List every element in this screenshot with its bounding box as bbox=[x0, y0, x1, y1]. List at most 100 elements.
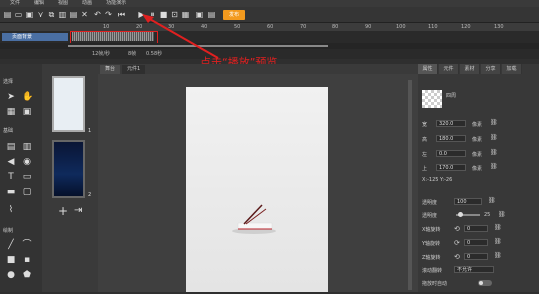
ruler-tick: 90 bbox=[365, 24, 372, 30]
curve-icon[interactable]: ⌒ bbox=[22, 240, 32, 250]
roty-label: Y轴旋转 bbox=[422, 241, 441, 247]
drag-toggle[interactable] bbox=[478, 280, 492, 286]
new-file-icon[interactable]: ▤ bbox=[3, 10, 12, 19]
text-icon[interactable]: T bbox=[6, 172, 16, 182]
page-number: 2 bbox=[88, 192, 92, 198]
circle-icon[interactable]: ● bbox=[6, 270, 16, 280]
blur-slider[interactable] bbox=[456, 212, 480, 217]
y-field[interactable]: 170.0 bbox=[436, 164, 466, 171]
undo-icon[interactable]: ↶ bbox=[93, 10, 102, 19]
width-field[interactable]: 320.0 bbox=[436, 120, 466, 127]
select-arrow-icon[interactable]: ➤ bbox=[6, 92, 16, 102]
stage-page[interactable] bbox=[186, 87, 328, 292]
tab-properties[interactable]: 属性 bbox=[418, 64, 438, 74]
chrome-icon[interactable]: ◉ bbox=[22, 157, 32, 167]
link-icon[interactable]: ⛓ bbox=[498, 211, 506, 218]
rotate-z-icon: ⟲ bbox=[454, 253, 460, 261]
rotate-x-icon: ⟲ bbox=[454, 225, 460, 233]
opacity-field[interactable]: 100 bbox=[454, 198, 482, 205]
scroll-flip-select[interactable]: 不允许 bbox=[454, 266, 494, 273]
vertical-scrollbar[interactable] bbox=[408, 80, 412, 290]
tab-symbols[interactable]: 元件 bbox=[439, 64, 459, 74]
sound-icon[interactable]: ◀ bbox=[6, 157, 16, 167]
table-icon[interactable]: ▤ bbox=[6, 142, 16, 152]
frame-icon[interactable]: ▢ bbox=[22, 187, 32, 197]
rotx-field[interactable]: 0 bbox=[464, 225, 488, 232]
import-icon[interactable]: ⋎ bbox=[36, 10, 45, 19]
film-icon[interactable]: ▥ bbox=[22, 142, 32, 152]
toggle-thumb[interactable] bbox=[479, 281, 483, 285]
blur-label: 透明度 bbox=[422, 213, 438, 219]
rotx-label: X轴旋转 bbox=[422, 227, 441, 233]
properties-panel: 属性 元件 素材 分享 加载 四周 宽 320.0 像素 ⛓ 高 180.0 像… bbox=[418, 64, 539, 292]
element-name: 四周 bbox=[446, 93, 457, 99]
link-icon[interactable]: ⛓ bbox=[494, 238, 502, 245]
roty-field[interactable]: 0 bbox=[464, 239, 488, 246]
y-label: 上 bbox=[422, 166, 428, 172]
height-field[interactable]: 180.0 bbox=[436, 135, 466, 142]
menu-edit[interactable]: 编辑 bbox=[34, 0, 44, 7]
menu-animation[interactable]: 动画 bbox=[82, 0, 92, 7]
ruler-tick: 10 bbox=[103, 24, 110, 30]
menu-bar: 文件 编辑 视图 动画 功能演示 bbox=[0, 0, 539, 7]
rect-icon[interactable]: ■ bbox=[6, 255, 16, 265]
slider-thumb[interactable] bbox=[458, 212, 463, 217]
delete-icon[interactable]: ✕ bbox=[80, 10, 89, 19]
grid-icon[interactable]: ▦ bbox=[6, 107, 16, 117]
menu-view[interactable]: 视图 bbox=[58, 0, 68, 7]
page-panel: 1 2 + ⇥ bbox=[42, 64, 98, 292]
hand-icon[interactable]: ✋ bbox=[22, 92, 33, 102]
cut-icon[interactable]: ▤ bbox=[69, 10, 78, 19]
ruler-tick: 120 bbox=[461, 24, 471, 30]
publish-button[interactable]: 发布 bbox=[223, 10, 245, 20]
menu-demo[interactable]: 功能演示 bbox=[106, 0, 126, 7]
book-illustration bbox=[232, 204, 276, 234]
tab-loading[interactable]: 加载 bbox=[502, 64, 522, 74]
menu-file[interactable]: 文件 bbox=[10, 0, 20, 7]
link-icon[interactable]: ⛓ bbox=[488, 197, 496, 204]
pentagon-icon[interactable]: ⬟ bbox=[22, 270, 32, 280]
paste-icon[interactable]: ▥ bbox=[58, 10, 67, 19]
link-icon[interactable]: ⛓ bbox=[490, 149, 498, 156]
chart-icon[interactable]: ⌇ bbox=[6, 205, 16, 215]
tab-assets[interactable]: 素材 bbox=[460, 64, 480, 74]
ruler-tick: 50 bbox=[234, 24, 241, 30]
image-icon[interactable]: ▣ bbox=[22, 107, 32, 117]
link-icon[interactable]: ⛓ bbox=[490, 163, 498, 170]
link-icon[interactable]: ⛓ bbox=[490, 134, 498, 141]
ruler-tick: 110 bbox=[428, 24, 438, 30]
rotz-label: Z轴旋转 bbox=[422, 255, 441, 261]
tab-share[interactable]: 分享 bbox=[481, 64, 501, 74]
timeline-ruler: 10 20 30 40 50 60 70 80 90 100 110 120 1… bbox=[0, 23, 539, 31]
x-label: 左 bbox=[422, 152, 428, 158]
canvas-tabs: 舞台 元件1 bbox=[98, 64, 418, 74]
page-thumbnail-2[interactable] bbox=[52, 140, 85, 198]
textbox-icon[interactable]: ▭ bbox=[22, 172, 32, 182]
coords-readout: X:-125 Y:-26 bbox=[422, 177, 453, 183]
link-icon[interactable]: ⛓ bbox=[490, 119, 498, 126]
timeline-track: 页面背景 bbox=[0, 31, 539, 45]
link-icon[interactable]: ⛓ bbox=[494, 224, 502, 231]
add-page-icon[interactable]: + bbox=[58, 204, 68, 218]
tab-stage[interactable]: 舞台 bbox=[100, 65, 121, 74]
page-number: 1 bbox=[88, 128, 92, 134]
import-page-icon[interactable]: ⇥ bbox=[74, 205, 82, 216]
page-thumbnail-1[interactable] bbox=[52, 76, 85, 132]
button-tool-icon[interactable]: ▬ bbox=[6, 187, 16, 197]
ruler-tick: 130 bbox=[494, 24, 504, 30]
rotz-field[interactable]: 0 bbox=[464, 253, 488, 260]
copy-icon[interactable]: ⧉ bbox=[47, 10, 56, 19]
rounded-rect-icon[interactable]: ▪ bbox=[22, 255, 32, 265]
height-unit: 像素 bbox=[472, 137, 483, 143]
redo-icon[interactable]: ↷ bbox=[104, 10, 113, 19]
width-label: 宽 bbox=[422, 122, 428, 128]
x-unit: 像素 bbox=[472, 152, 483, 158]
frame-back-icon[interactable]: ⏮ bbox=[117, 10, 126, 19]
open-folder-icon[interactable]: ▭ bbox=[14, 10, 23, 19]
link-icon[interactable]: ⛓ bbox=[494, 252, 502, 259]
layer-row[interactable]: 页面背景 bbox=[2, 33, 68, 41]
tab-symbol[interactable]: 元件1 bbox=[122, 65, 146, 74]
line-icon[interactable]: ╱ bbox=[6, 240, 16, 250]
save-icon[interactable]: ▣ bbox=[25, 10, 34, 19]
x-field[interactable]: 0.0 bbox=[436, 150, 466, 157]
